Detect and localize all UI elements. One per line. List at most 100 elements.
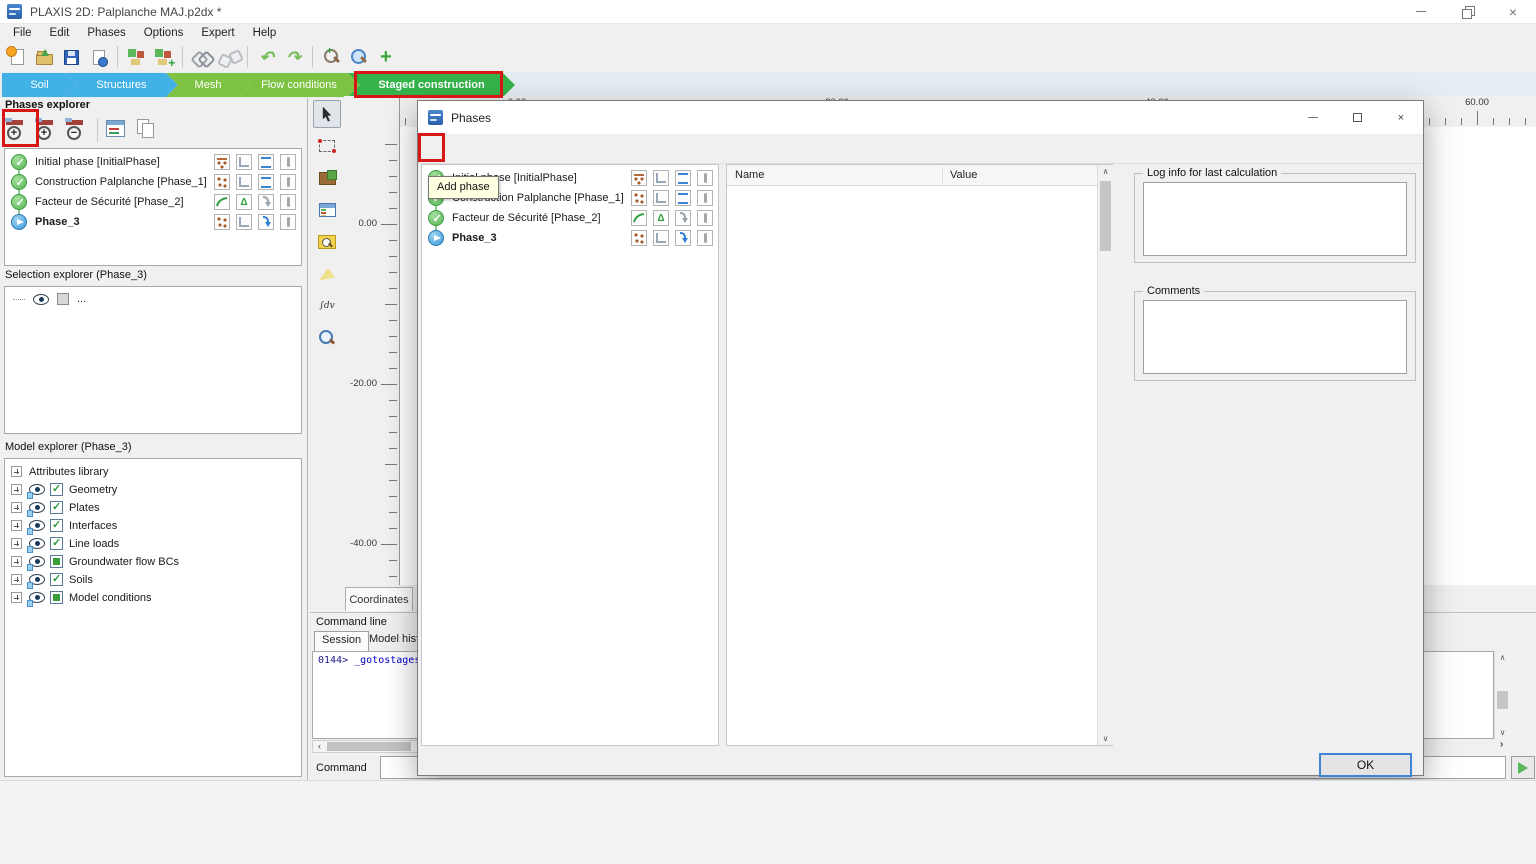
phase-row[interactable]: Construction Palplanche [Phase_1]: [5, 172, 301, 192]
expand-icon[interactable]: [11, 592, 22, 603]
integral-tool-button[interactable]: ∫dv: [313, 292, 341, 320]
redo-button[interactable]: ↷: [280, 44, 307, 70]
thermal-icon: [280, 194, 296, 210]
tab-structures[interactable]: Structures: [65, 73, 178, 97]
tree-checkbox[interactable]: [50, 555, 63, 568]
tree-checkbox[interactable]: [50, 519, 63, 532]
tree-item-line-loads[interactable]: Line loads: [5, 535, 301, 553]
menu-options[interactable]: Options: [135, 26, 193, 40]
open-button[interactable]: [31, 44, 58, 70]
visibility-eye-icon[interactable]: [29, 502, 45, 513]
minimize-button[interactable]: [1398, 0, 1444, 23]
restore-button[interactable]: [1444, 0, 1490, 23]
menu-edit[interactable]: Edit: [41, 26, 79, 40]
tree-item-soils[interactable]: Soils: [5, 571, 301, 589]
pan-button[interactable]: +: [372, 44, 399, 70]
visibility-eye-icon[interactable]: [29, 538, 45, 549]
ok-button[interactable]: OK: [1319, 753, 1412, 777]
expand-icon[interactable]: [11, 574, 22, 585]
dialog-minimize-button[interactable]: [1291, 101, 1335, 134]
phase-row[interactable]: Phase_3: [422, 228, 718, 248]
tree-checkbox[interactable]: [50, 573, 63, 586]
save-button[interactable]: [58, 44, 85, 70]
visibility-eye-icon[interactable]: [29, 520, 45, 531]
log-info-group: Log info for last calculation: [1134, 173, 1416, 263]
visibility-eye-icon[interactable]: [33, 294, 49, 305]
copy-button[interactable]: [133, 116, 160, 143]
cursor-tool-button[interactable]: [313, 100, 341, 128]
new-project-button[interactable]: [4, 44, 31, 70]
tree-checkbox[interactable]: [50, 483, 63, 496]
expand-icon[interactable]: [11, 502, 22, 513]
menu-file[interactable]: File: [4, 26, 41, 40]
delete-phase-button[interactable]: −: [62, 116, 89, 143]
scroll-up-icon[interactable]: ∧: [1098, 165, 1113, 178]
zoomobj-tool-button[interactable]: [313, 228, 341, 256]
comments-textarea[interactable]: [1143, 300, 1407, 374]
expand-icon[interactable]: [11, 484, 22, 495]
phase-row[interactable]: Initial phase [InitialPhase]: [5, 152, 301, 172]
scroll-down-icon[interactable]: ∨: [1098, 732, 1113, 745]
tab-flow-conditions[interactable]: Flow conditions: [238, 73, 360, 97]
tree-item-interfaces[interactable]: Interfaces: [5, 517, 301, 535]
dialog-close-button[interactable]: ×: [1379, 101, 1423, 134]
close-button[interactable]: ×: [1490, 0, 1536, 23]
soil-tool-button[interactable]: [313, 164, 341, 192]
link-button[interactable]: [188, 44, 215, 70]
tree-checkbox[interactable]: [50, 537, 63, 550]
visibility-eye-icon[interactable]: [29, 574, 45, 585]
table-tool-button[interactable]: [313, 196, 341, 224]
phase-row[interactable]: Facteur de Sécurité [Phase_2]: [422, 208, 718, 228]
phase-label: Phase_3: [452, 232, 497, 244]
expand-icon[interactable]: [11, 520, 22, 531]
console-vscrollbar[interactable]: ∧ ∨: [1494, 651, 1510, 739]
visibility-eye-icon[interactable]: [29, 592, 45, 603]
tree-item-groundwater-flow-bcs[interactable]: Groundwater flow BCs: [5, 553, 301, 571]
scroll-up-icon[interactable]: ∧: [1495, 651, 1510, 664]
selrect-tool-button[interactable]: [313, 132, 341, 160]
visibility-eye-icon[interactable]: [29, 556, 45, 567]
zoom-rectangle-button[interactable]: [345, 44, 372, 70]
selection-explorer-title: Selection explorer (Phase_3): [5, 269, 147, 281]
visibility-eye-icon[interactable]: [29, 484, 45, 495]
export-doc-button[interactable]: [85, 44, 112, 70]
tri-tool-button[interactable]: [313, 260, 341, 288]
scroll-down-icon[interactable]: ∨: [1495, 726, 1510, 739]
scroll-left-icon[interactable]: ‹: [313, 741, 326, 752]
console-hscrollbar[interactable]: ‹: [312, 740, 424, 753]
tab-coordinates[interactable]: Coordinates: [345, 587, 413, 611]
unlink-button[interactable]: [215, 44, 242, 70]
menu-expert[interactable]: Expert: [192, 26, 243, 40]
tree-item-geometry[interactable]: Geometry: [5, 481, 301, 499]
selection-explorer-box: ...: [4, 286, 302, 434]
tree-item-plates[interactable]: Plates: [5, 499, 301, 517]
tree-item-model-conditions[interactable]: Model conditions: [5, 589, 301, 607]
menu-help[interactable]: Help: [244, 26, 286, 40]
expand-icon[interactable]: [11, 466, 22, 477]
tab-session[interactable]: Session: [314, 631, 369, 651]
selection-checkbox[interactable]: [57, 293, 69, 305]
log-info-textarea[interactable]: [1143, 182, 1407, 256]
zoom-in-button[interactable]: [318, 44, 345, 70]
generate-plus-button[interactable]: [150, 44, 177, 70]
tree-item-attributes-library[interactable]: Attributes library: [5, 463, 301, 481]
magnify-tool-button[interactable]: [313, 324, 341, 352]
tab-mesh[interactable]: Mesh: [166, 73, 250, 97]
phase-row[interactable]: Facteur de Sécurité [Phase_2]: [5, 192, 301, 212]
expand-icon[interactable]: [11, 556, 22, 567]
phase-row[interactable]: Phase_3: [5, 212, 301, 232]
generate-mesh-button[interactable]: [123, 44, 150, 70]
tree-checkbox[interactable]: [50, 591, 63, 604]
dialog-icon: [428, 110, 443, 125]
edit-phase-button[interactable]: [103, 116, 130, 143]
console-expand-icon[interactable]: ›: [1500, 739, 1503, 750]
run-command-button[interactable]: [1511, 756, 1535, 779]
tab-soil[interactable]: Soil: [2, 73, 77, 97]
grid-vscrollbar[interactable]: ∧ ∨: [1097, 165, 1113, 745]
undo-button[interactable]: ↶: [253, 44, 280, 70]
menu-phases[interactable]: Phases: [78, 26, 134, 40]
tree-checkbox[interactable]: [50, 501, 63, 514]
expand-icon[interactable]: [11, 538, 22, 549]
dialog-maximize-button[interactable]: [1335, 101, 1379, 134]
tree-line: [13, 299, 25, 300]
